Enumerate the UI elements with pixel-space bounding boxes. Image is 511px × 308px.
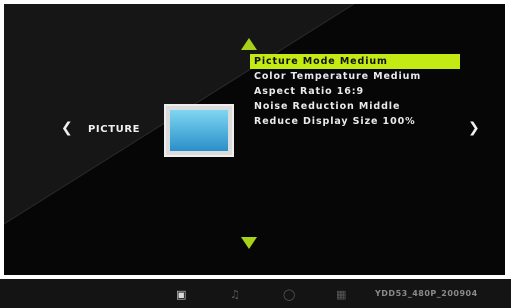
menu-item-reduce-display-size[interactable]: Reduce Display Size 100% <box>250 114 460 129</box>
settings-menu: Picture Mode Medium Color Temperature Me… <box>250 54 460 129</box>
next-category-arrow-icon[interactable]: ❯ <box>468 120 480 136</box>
menu-item-noise-reduction[interactable]: Noise Reduction Middle <box>250 99 460 114</box>
monitor-screen <box>170 110 228 151</box>
menu-item-aspect-ratio[interactable]: Aspect Ratio 16:9 <box>250 84 460 99</box>
osd-screen: ❮ PICTURE Picture Mode Medium Color Temp… <box>4 4 505 275</box>
firmware-version-label: YDD53_480P_200904 <box>375 289 478 298</box>
menu-item-picture-mode[interactable]: Picture Mode Medium <box>250 54 460 69</box>
monitor-icon <box>164 104 234 157</box>
previous-category-arrow-icon[interactable]: ❮ <box>61 120 73 136</box>
scroll-down-arrow-icon[interactable] <box>241 237 257 249</box>
menu-item-color-temperature[interactable]: Color Temperature Medium <box>250 69 460 84</box>
category-label: PICTURE <box>88 124 141 135</box>
scroll-up-arrow-icon[interactable] <box>241 38 257 50</box>
settings-circle-icon[interactable]: ◯ <box>283 288 295 301</box>
bottom-taskbar: ▣ ♫ ◯ ▦ YDD53_480P_200904 <box>0 279 511 308</box>
music-icon[interactable]: ♫ <box>230 288 240 301</box>
grid-icon[interactable]: ▦ <box>336 288 346 301</box>
picture-mode-icon[interactable]: ▣ <box>176 288 186 301</box>
